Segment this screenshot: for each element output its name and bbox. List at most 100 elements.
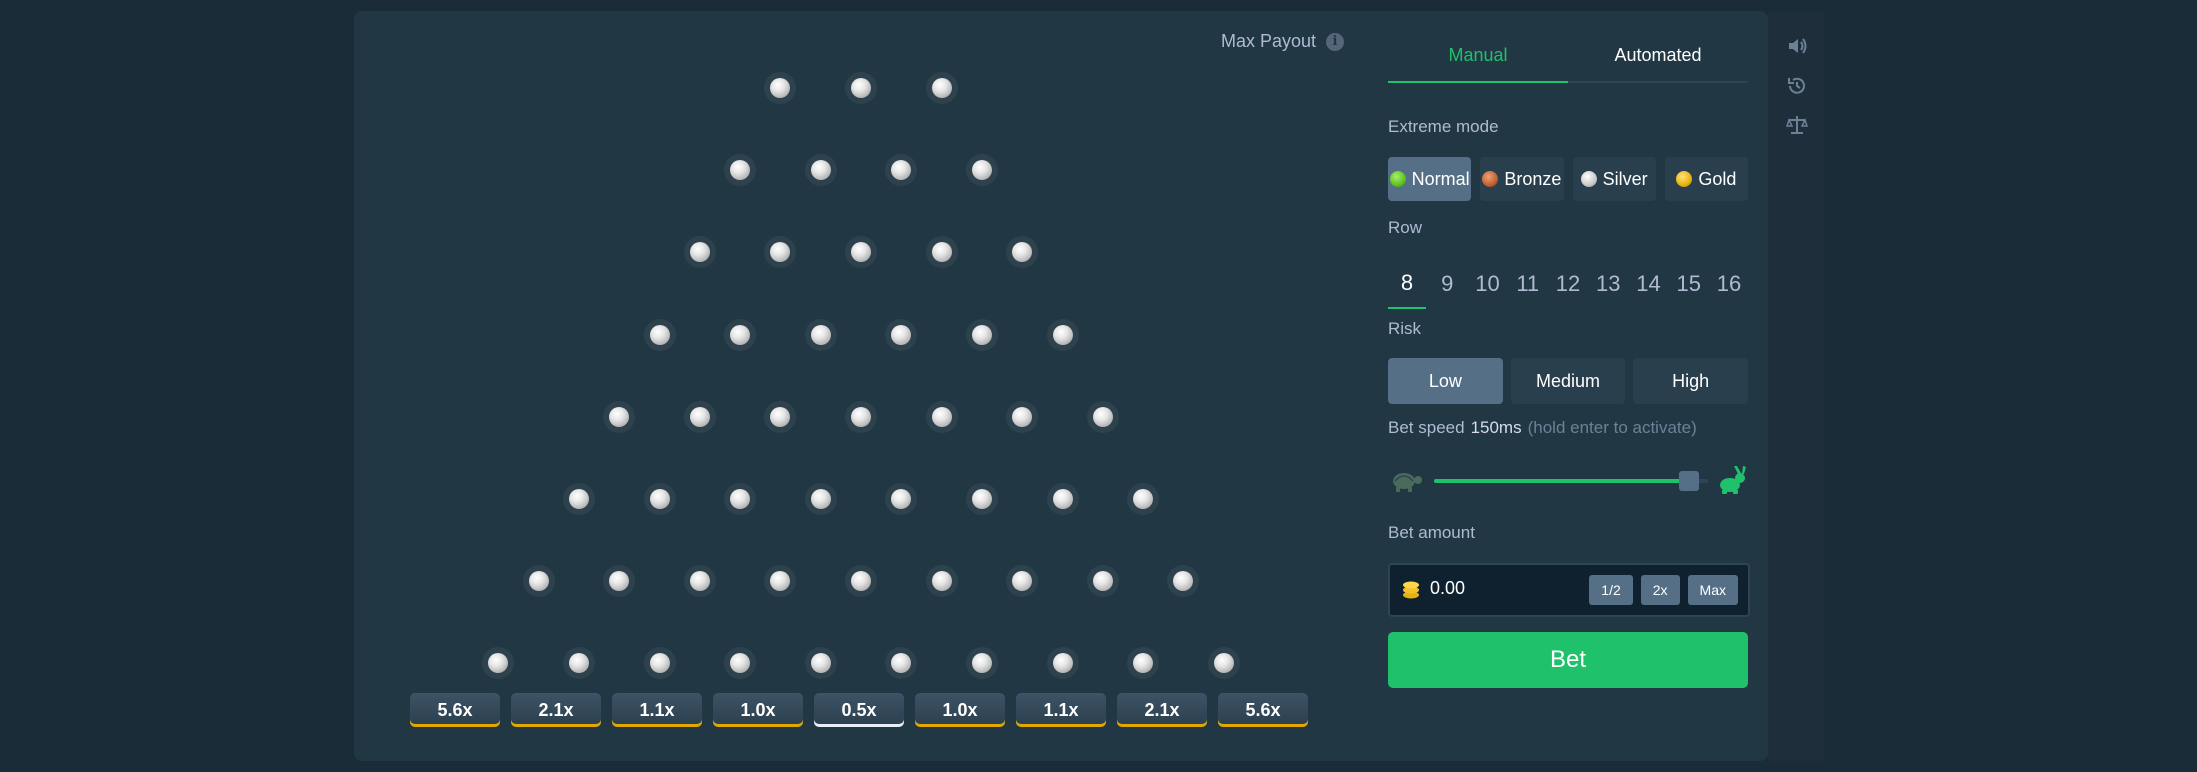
peg <box>649 653 670 674</box>
double-bet-button[interactable]: 2x <box>1640 575 1680 605</box>
peg <box>649 489 670 509</box>
info-icon[interactable]: i <box>1326 32 1344 51</box>
multiplier-bucket: 1.0x <box>713 693 803 727</box>
extreme-mode-selector: Normal Bronze Silver Gold <box>1388 157 1748 201</box>
mode-label: Normal <box>1411 168 1470 189</box>
peg <box>770 571 791 592</box>
bet-speed-value: 150ms <box>1470 418 1522 437</box>
risk-low-button[interactable]: Low <box>1388 358 1503 404</box>
peg <box>1092 571 1113 592</box>
silver-ball-icon <box>1580 171 1597 187</box>
peg <box>568 489 589 509</box>
mode-tabs: Manual Automated <box>1388 29 1748 83</box>
risk-label: Risk <box>1388 319 1422 338</box>
peg <box>931 571 952 592</box>
peg <box>931 78 952 98</box>
bet-amount-value[interactable]: 0.00 <box>1430 578 1465 599</box>
bet-amount-label: Bet amount <box>1388 523 1475 542</box>
mode-gold-button[interactable]: Gold <box>1664 157 1748 201</box>
coin-icon <box>1403 581 1419 599</box>
peg <box>1012 242 1033 263</box>
peg <box>851 78 871 98</box>
row-option-13[interactable]: 13 <box>1589 259 1627 309</box>
row-option-9[interactable]: 9 <box>1428 259 1466 309</box>
peg <box>528 571 549 592</box>
peg <box>971 324 992 345</box>
multiplier-bucket: 0.5x <box>814 693 904 727</box>
row-option-14[interactable]: 14 <box>1630 259 1668 309</box>
slider-thumb[interactable] <box>1678 471 1699 491</box>
risk-high-button[interactable]: High <box>1633 358 1749 404</box>
volume-icon[interactable] <box>1786 35 1808 57</box>
row-option-11[interactable]: 11 <box>1509 259 1547 309</box>
peg <box>689 406 710 427</box>
peg <box>1213 653 1234 674</box>
row-option-12[interactable]: 12 <box>1549 259 1587 309</box>
peg <box>609 571 630 592</box>
tab-manual[interactable]: Manual <box>1388 29 1568 83</box>
quick-bet-buttons: 1/2 2x Max <box>1589 575 1738 605</box>
mode-label: Bronze <box>1504 168 1562 189</box>
peg <box>891 160 912 181</box>
max-payout[interactable]: Max Payout i <box>1221 31 1344 52</box>
tab-automated[interactable]: Automated <box>1568 29 1748 81</box>
peg <box>488 653 509 674</box>
row-option-15[interactable]: 15 <box>1670 259 1708 309</box>
peg <box>810 324 831 345</box>
gold-ball-icon <box>1676 171 1693 187</box>
bet-amount-field[interactable]: 0.00 1/2 2x Max <box>1388 563 1750 617</box>
peg <box>609 406 630 427</box>
multiplier-bucket: 5.6x <box>410 693 500 727</box>
peg <box>689 242 710 263</box>
peg <box>891 489 912 509</box>
peg <box>1133 489 1154 509</box>
row-option-8[interactable]: 8 <box>1388 259 1426 309</box>
mode-label: Silver <box>1602 168 1648 189</box>
peg <box>649 324 670 345</box>
multiplier-bucket: 2.1x <box>511 693 601 727</box>
max-bet-button[interactable]: Max <box>1687 575 1738 605</box>
peg <box>730 324 751 345</box>
peg <box>851 571 871 592</box>
multiplier-bucket: 1.1x <box>1016 693 1106 727</box>
fairness-scale-icon[interactable] <box>1786 114 1808 136</box>
slider-fill <box>1434 479 1689 483</box>
peg <box>1052 653 1073 674</box>
peg <box>851 242 871 263</box>
mode-bronze-button[interactable]: Bronze <box>1480 157 1564 201</box>
bet-speed-info: Bet speed 150ms (hold enter to activate) <box>1388 418 1697 438</box>
multiplier-bucket: 1.0x <box>915 693 1005 727</box>
bet-speed-label: Bet speed <box>1388 418 1465 437</box>
peg <box>891 324 912 345</box>
bet-speed-slider[interactable] <box>1388 463 1748 499</box>
history-icon[interactable] <box>1786 75 1808 97</box>
peg <box>730 489 751 509</box>
peg <box>770 242 791 263</box>
max-payout-label: Max Payout <box>1220 31 1316 51</box>
mode-label: Gold <box>1698 168 1737 189</box>
peg <box>730 653 751 674</box>
peg <box>931 406 952 427</box>
normal-ball-icon <box>1389 171 1406 187</box>
bet-button[interactable]: Bet <box>1388 632 1748 688</box>
risk-medium-button[interactable]: Medium <box>1510 358 1626 404</box>
plinko-board: Max Payout i 5.6x 2.1x 1.1x 1.0x 0.5x 1.0x 1.1… <box>354 11 1368 761</box>
bet-panel: Manual Automated Extreme mode Normal Bro… <box>1368 11 1768 761</box>
row-option-10[interactable]: 10 <box>1469 259 1507 309</box>
peg <box>1052 324 1073 345</box>
peg <box>770 78 791 98</box>
row-selector: 8 9 10 11 12 13 14 15 16 <box>1388 259 1748 309</box>
bronze-ball-icon <box>1482 171 1499 187</box>
half-bet-button[interactable]: 1/2 <box>1589 575 1633 605</box>
mode-normal-button[interactable]: Normal <box>1388 157 1472 201</box>
multiplier-bucket: 2.1x <box>1117 693 1207 727</box>
multiplier-bucket: 5.6x <box>1218 693 1308 727</box>
peg <box>971 653 992 674</box>
peg <box>1012 571 1033 592</box>
peg <box>931 242 952 263</box>
mode-silver-button[interactable]: Silver <box>1572 157 1656 201</box>
row-option-16[interactable]: 16 <box>1710 259 1748 309</box>
risk-selector: Low Medium High <box>1388 358 1749 404</box>
peg <box>689 571 710 592</box>
turtle-icon <box>1393 473 1422 492</box>
